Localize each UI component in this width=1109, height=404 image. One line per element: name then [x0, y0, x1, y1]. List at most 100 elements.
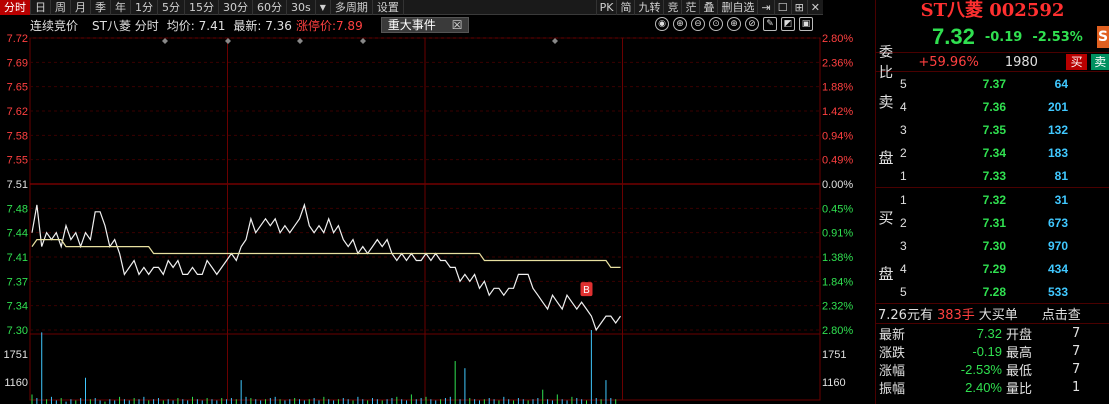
chart-title: ST八菱 分时 — [92, 18, 159, 33]
period-tab[interactable]: 30s — [287, 0, 316, 15]
order-ratio-value: +59.96% — [918, 54, 979, 70]
order-vol: 201 — [1047, 99, 1068, 114]
major-event-label: 重大事件 — [387, 18, 436, 32]
intraday-chart[interactable]: 7.72 2.80% 7.69 2.36% 7.65 1.88% 7.62 1.42% 7.58… — [0, 34, 875, 404]
stat-l1: 涨跌 — [879, 345, 906, 361]
period-tab[interactable]: 1分 — [131, 0, 158, 15]
order-book-row[interactable]: 2 7.34 183 — [876, 141, 1109, 164]
ask-side-label: 卖盘 — [878, 93, 894, 167]
period-tab[interactable]: 多周期 — [331, 0, 373, 15]
period-tab[interactable]: 分时 — [0, 0, 31, 15]
stat-l1: 振幅 — [879, 381, 906, 397]
big-trade-price: 7.26元有 — [878, 308, 933, 323]
period-tab[interactable]: 日 — [31, 0, 51, 15]
toolbar-button[interactable]: 茫 — [681, 0, 699, 15]
toolbar-button[interactable]: ☐ — [773, 0, 791, 15]
period-tab[interactable]: 30分 — [219, 0, 253, 15]
chart-tool-icon[interactable]: ◩ — [781, 17, 795, 31]
quote-stats: 最新 7.32 开盘 7 涨跌 -0.19 最高 7 涨幅 -2.53% 最低 7 振幅 2.40% 量比 1 — [876, 324, 1109, 397]
volume-tick-label: 1160 — [822, 377, 846, 389]
chart-tool-icon[interactable]: ▣ — [799, 17, 813, 31]
event-marker-icon — [297, 38, 303, 44]
major-event-tag[interactable]: 重大事件 ☒ — [380, 17, 470, 33]
y-tick-label: 7.34 — [7, 301, 28, 313]
period-tab[interactable]: 季 — [91, 0, 111, 15]
chart-infobar: 连续竞价 ST八菱 分时 均价: 7.41 最新: 7.36 涨停价:7.89 … — [0, 16, 823, 34]
toolbar-button[interactable]: ⊞ — [790, 0, 807, 15]
period-tab[interactable]: 15分 — [185, 0, 219, 15]
stat-l2: 量比 — [1006, 381, 1033, 397]
period-tab[interactable]: 60分 — [253, 0, 287, 15]
chart-tool-icon[interactable]: ⊕ — [673, 17, 687, 31]
event-marker-icon — [162, 38, 168, 44]
app-logo-icon[interactable]: S — [1097, 26, 1109, 48]
period-tabs: 分时日周月季年 1分 5分 15分 30分 60分 30s ▼ 多周期 设置 — [0, 0, 404, 15]
toolbar-button[interactable]: 删自选 — [717, 0, 757, 15]
stat-row: 涨跌 -0.19 最高 7 — [876, 342, 1109, 361]
toolbar-button[interactable]: ✕ — [806, 0, 823, 15]
toolbar-button[interactable]: 叠 — [699, 0, 717, 15]
toolbar-button[interactable]: 九转 — [634, 0, 663, 15]
close-event-icon[interactable]: ☒ — [452, 17, 463, 33]
chart-tool-icon[interactable]: ⊙ — [709, 17, 723, 31]
period-tab[interactable]: 周 — [51, 0, 71, 15]
big-trade-row[interactable]: 7.26元有 383手 大买单 点击查 — [876, 304, 1109, 324]
y-tick-label: 7.44 — [7, 228, 28, 240]
chart-tool-icon[interactable]: ⊕ — [727, 17, 741, 31]
sell-button[interactable]: 卖 — [1091, 54, 1109, 70]
pct-tick-label: 1.84% — [822, 276, 853, 288]
order-price: 7.32 — [982, 192, 1006, 207]
y-tick-label: 7.41 — [7, 252, 28, 264]
pct-tick-label: 0.00% — [822, 179, 853, 191]
period-tab[interactable]: 月 — [71, 0, 91, 15]
order-vol: 533 — [1047, 284, 1068, 299]
current-price: 7.32 — [932, 24, 975, 49]
order-book-row[interactable]: 5 7.28 533 — [876, 280, 1109, 303]
toolbar-button[interactable]: PK — [595, 0, 617, 15]
order-price: 7.33 — [982, 168, 1006, 183]
period-tab[interactable]: 5分 — [158, 0, 185, 15]
order-book-row[interactable]: 4 7.29 434 — [876, 257, 1109, 280]
stat-v1: -0.19 — [972, 343, 1002, 359]
volume-tick-label: 1160 — [4, 377, 28, 389]
order-book-row[interactable]: 3 7.35 132 — [876, 118, 1109, 141]
order-book-row[interactable]: 1 7.33 81 — [876, 164, 1109, 187]
stat-v2: 7 — [1072, 361, 1081, 377]
toolbar-right-buttons: PK 简九转竞茫叠删自选 ⇥ ☐ ⊞ ✕ — [595, 0, 823, 15]
chart-tool-icon[interactable]: ⊖ — [691, 17, 705, 31]
stat-l1: 最新 — [879, 327, 906, 343]
stat-l2: 最低 — [1006, 363, 1033, 379]
bid-side-label: 买盘 — [878, 209, 894, 283]
event-marker-icon — [225, 38, 231, 44]
quote-row: 7.32 -0.19 -2.53% — [876, 22, 1109, 52]
order-price: 7.30 — [982, 238, 1006, 253]
big-trade-link[interactable]: 点击查 — [1042, 304, 1081, 323]
order-book-row[interactable]: 3 7.30 970 — [876, 234, 1109, 257]
period-tab[interactable]: 设置 — [373, 0, 404, 15]
toolbar-button[interactable]: 简 — [616, 0, 634, 15]
period-tab[interactable]: 年 — [111, 0, 131, 15]
y-tick-label: 7.69 — [7, 57, 28, 69]
chart-tool-icon[interactable]: ◉ — [655, 17, 669, 31]
period-dropdown-icon[interactable]: ▼ — [316, 0, 331, 15]
order-book-row[interactable]: 2 7.31 673 — [876, 211, 1109, 234]
pct-tick-label: 0.49% — [822, 155, 853, 167]
pct-tick-label: 0.45% — [822, 203, 853, 215]
quote-panel: ST八菱 002592 7.32 -0.19 -2.53% S 委比 +59.9… — [875, 0, 1109, 404]
order-book-row[interactable]: 1 7.32 31 — [876, 188, 1109, 211]
order-book-row[interactable]: 4 7.36 201 — [876, 95, 1109, 118]
order-book-row[interactable]: 5 7.37 64 — [876, 72, 1109, 95]
chart-tool-icon[interactable]: ✎ — [763, 17, 777, 31]
volume-tick-label: 1751 — [822, 349, 846, 361]
order-price: 7.36 — [982, 99, 1006, 114]
buy-button[interactable]: 买 — [1065, 54, 1088, 70]
y-tick-label: 7.48 — [7, 203, 28, 215]
order-price: 7.34 — [982, 145, 1006, 160]
chart-tool-icon[interactable]: ⊘ — [745, 17, 759, 31]
y-tick-label: 7.65 — [7, 82, 28, 94]
toolbar-button[interactable]: 竞 — [663, 0, 681, 15]
stat-l2: 开盘 — [1006, 327, 1033, 343]
stat-l2: 最高 — [1006, 345, 1033, 361]
toolbar-button[interactable]: ⇥ — [757, 0, 773, 15]
y-tick-label: 7.30 — [7, 325, 28, 337]
